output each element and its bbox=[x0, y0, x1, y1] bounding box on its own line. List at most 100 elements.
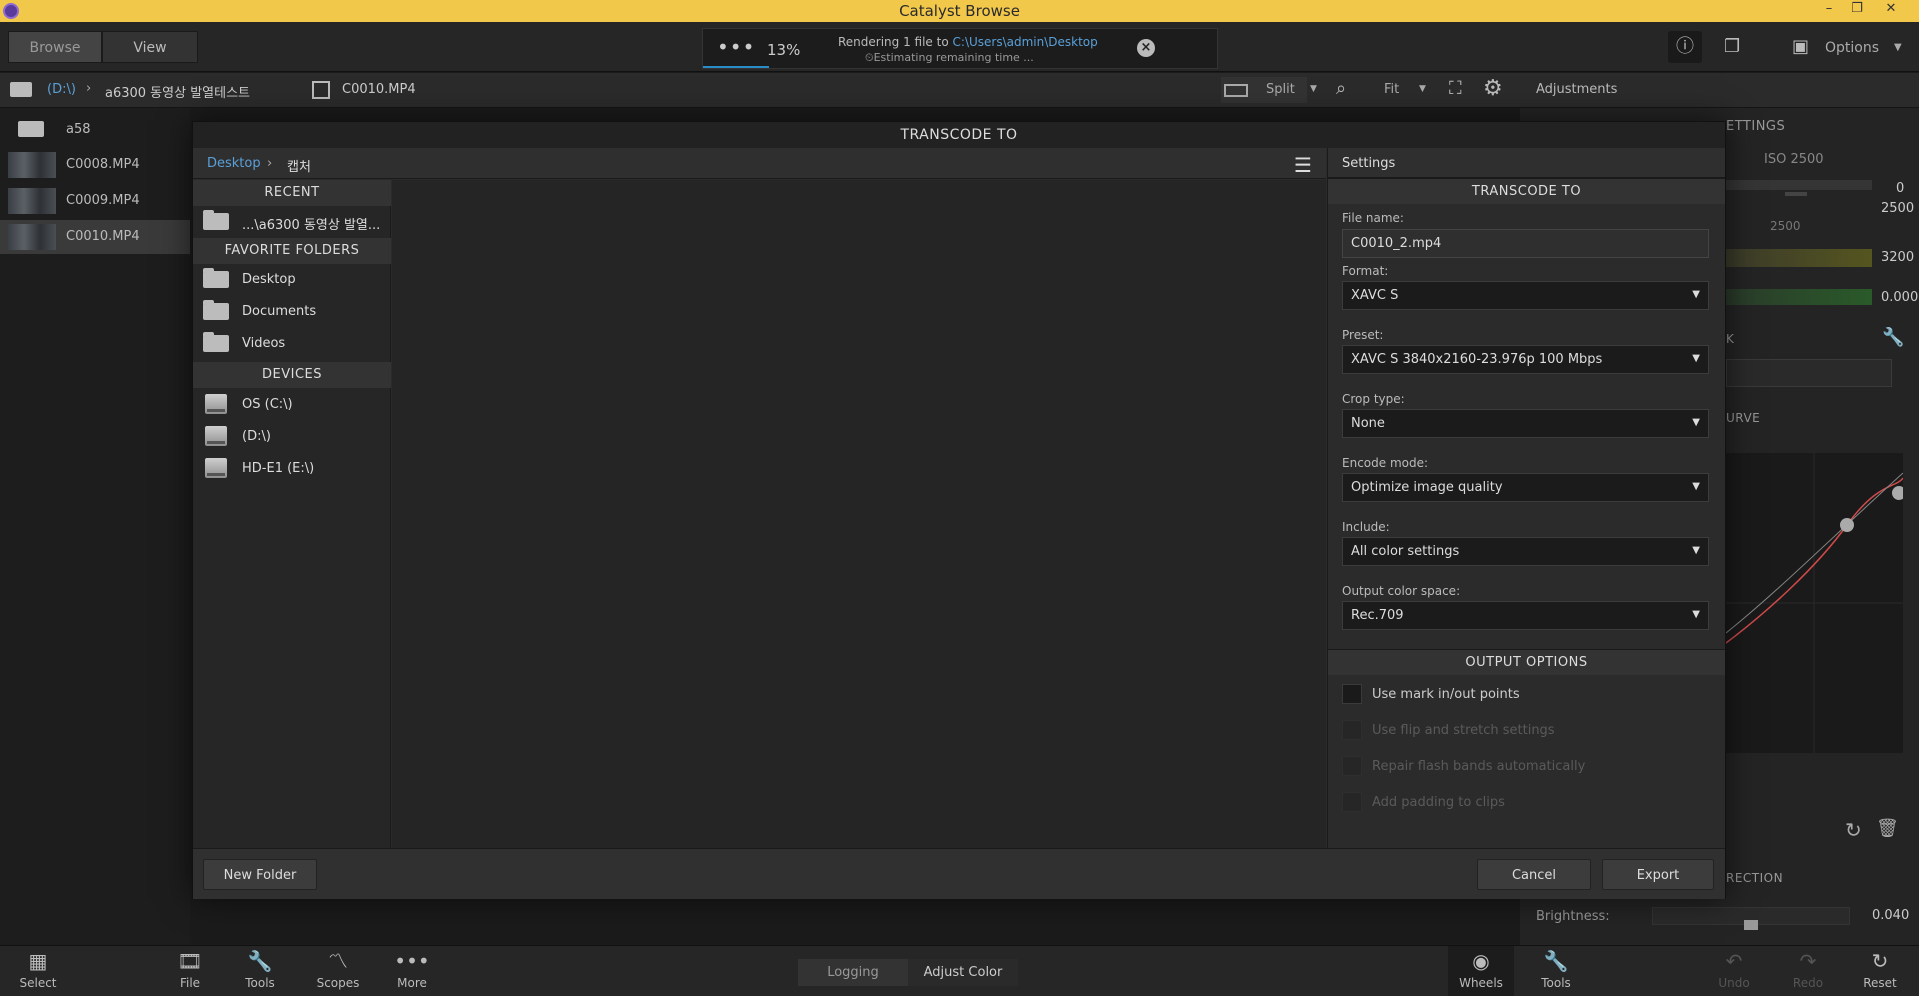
minimize-icon[interactable]: – bbox=[1818, 1, 1840, 21]
tools-right-label: Tools bbox=[1541, 976, 1571, 990]
adjust-color-tab[interactable]: Adjust Color bbox=[908, 959, 1018, 986]
crop-type-select[interactable]: None ▼ bbox=[1342, 409, 1709, 438]
list-item[interactable]: C0009.MP4 bbox=[0, 184, 190, 218]
fullscreen-icon[interactable]: ⛶ bbox=[1449, 78, 1462, 99]
favorite-documents[interactable]: Documents bbox=[193, 296, 391, 326]
cancel-render-icon[interactable]: × bbox=[1137, 39, 1155, 57]
file-name-field[interactable]: C0010_2.mp4 bbox=[1342, 229, 1709, 258]
clip-list: a58 C0008.MP4 C0009.MP4 C0010.MP4 bbox=[0, 108, 190, 945]
repair-flash-checkbox[interactable] bbox=[1342, 756, 1362, 776]
new-folder-button[interactable]: New Folder bbox=[203, 859, 317, 890]
options-caret-icon[interactable]: ▼ bbox=[1894, 42, 1902, 53]
options-button[interactable]: Options bbox=[1825, 40, 1879, 56]
select-label: Select bbox=[19, 976, 57, 990]
redo-button[interactable]: ↷ Redo bbox=[1786, 946, 1830, 996]
brightness-slider-handle[interactable] bbox=[1744, 920, 1758, 930]
split-caret-icon: ▼ bbox=[1310, 84, 1317, 94]
folder-sidebar: RECENT ...\a6300 동영상 발열... FAVORITE FOLD… bbox=[193, 180, 391, 848]
device-d[interactable]: (D:\) bbox=[193, 421, 391, 451]
path-folder[interactable]: a6300 동영상 발열테스트 bbox=[105, 82, 250, 101]
device-e[interactable]: HD-E1 (E:\) bbox=[193, 453, 391, 483]
repair-flash-label: Repair flash bands automatically bbox=[1372, 759, 1586, 774]
split-label: Split bbox=[1266, 82, 1295, 97]
viewer-bar: C0010.MP4 Split ▼ ⌕ Fit ▼ ⛶ ⚙ bbox=[300, 73, 1520, 108]
include-select[interactable]: All color settings ▼ bbox=[1342, 537, 1709, 566]
render-eta: ⏲Estimating remaining time ... bbox=[865, 51, 1034, 65]
window-layout-icon[interactable]: ❐ bbox=[1724, 36, 1740, 57]
export-button[interactable]: Export bbox=[1602, 859, 1714, 890]
render-message-prefix: Rendering 1 file to bbox=[838, 35, 949, 49]
format-value: XAVC S bbox=[1351, 288, 1399, 303]
flip-stretch-checkbox[interactable] bbox=[1342, 720, 1362, 740]
slider-track[interactable] bbox=[1726, 249, 1872, 267]
cancel-button[interactable]: Cancel bbox=[1477, 859, 1591, 890]
viewer-clip-name: C0010.MP4 bbox=[342, 82, 416, 97]
wheel-icon: ◉ bbox=[1472, 949, 1490, 973]
more-icon[interactable]: ••• bbox=[717, 35, 755, 59]
value-2: 3200 bbox=[1881, 250, 1915, 265]
dialog-footer: New Folder Cancel Export bbox=[193, 848, 1725, 899]
briefcase-icon[interactable]: ▣ bbox=[1792, 36, 1809, 57]
refresh-icon[interactable]: ↻ bbox=[1845, 818, 1862, 842]
list-item-label: C0008.MP4 bbox=[66, 157, 140, 172]
chevron-down-icon: ▼ bbox=[1692, 353, 1700, 364]
trash-icon[interactable]: 🗑 bbox=[1876, 818, 1899, 839]
sub-value: 2500 bbox=[1770, 219, 1801, 233]
slider-handle[interactable] bbox=[1785, 192, 1807, 196]
file-browser-area[interactable] bbox=[392, 180, 1326, 848]
recent-item[interactable]: ...\a6300 동영상 발열... bbox=[193, 206, 391, 236]
scopes-button[interactable]: 〽 Scopes bbox=[313, 946, 363, 996]
redo-label: Redo bbox=[1792, 976, 1824, 990]
breadcrumb-current[interactable]: 캡처 bbox=[287, 156, 311, 175]
mark-in-out-checkbox[interactable] bbox=[1342, 684, 1362, 704]
color-space-select[interactable]: Rec.709 ▼ bbox=[1342, 601, 1709, 630]
adjustments-title: Adjustments bbox=[1536, 82, 1618, 97]
value-1: 2500 bbox=[1881, 201, 1915, 216]
more-button[interactable]: ••• More bbox=[390, 946, 434, 996]
film-icon: 🎞 bbox=[177, 949, 203, 973]
restore-icon[interactable]: ❐ bbox=[1846, 1, 1868, 21]
preset-select[interactable]: XAVC S 3840x2160-23.976p 100 Mbps ▼ bbox=[1342, 345, 1709, 374]
slider-track[interactable] bbox=[1726, 289, 1872, 305]
tools-button[interactable]: 🔧 Tools bbox=[238, 946, 282, 996]
list-item[interactable]: a58 bbox=[0, 113, 190, 147]
select-button[interactable]: ▦ Select bbox=[16, 946, 60, 996]
reset-button[interactable]: ↻ Reset bbox=[1858, 946, 1902, 996]
undo-button[interactable]: ↶ Undo bbox=[1712, 946, 1756, 996]
browse-button[interactable]: Browse bbox=[8, 31, 102, 63]
breadcrumb-desktop[interactable]: Desktop bbox=[207, 156, 261, 171]
curve-graph[interactable] bbox=[1726, 453, 1903, 753]
device-c[interactable]: OS (C:\) bbox=[193, 389, 391, 419]
adjustments-bar: Adjustments bbox=[1520, 73, 1919, 108]
logging-tab[interactable]: Logging bbox=[798, 959, 908, 986]
render-message-path[interactable]: C:\Users\admin\Desktop bbox=[953, 35, 1098, 49]
list-item-label: a58 bbox=[66, 122, 91, 137]
favorite-videos[interactable]: Videos bbox=[193, 328, 391, 358]
zoom-icon[interactable]: ⌕ bbox=[1336, 78, 1346, 99]
format-select[interactable]: XAVC S ▼ bbox=[1342, 281, 1709, 310]
list-item-label: C0010.MP4 bbox=[66, 229, 140, 244]
main-toolbar: Browse View ••• 13% Rendering 1 file to … bbox=[0, 22, 1919, 72]
favorite-label: Videos bbox=[242, 336, 286, 351]
crop-type-label: Crop type: bbox=[1342, 392, 1405, 406]
wrench-icon[interactable]: 🔧 bbox=[1882, 327, 1904, 348]
gear-icon[interactable]: ⚙ bbox=[1483, 76, 1503, 101]
profile-select[interactable] bbox=[1726, 359, 1892, 387]
file-button[interactable]: 🎞 File bbox=[168, 946, 212, 996]
favorite-desktop[interactable]: Desktop bbox=[193, 264, 391, 294]
list-item[interactable]: C0008.MP4 bbox=[0, 148, 190, 182]
path-drive[interactable]: (D:\) bbox=[47, 82, 76, 97]
slider-track[interactable] bbox=[1726, 180, 1872, 190]
tools-right-button[interactable]: 🔧 Tools bbox=[1534, 946, 1578, 996]
more-label: More bbox=[397, 976, 427, 990]
info-icon[interactable]: ⓘ bbox=[1668, 31, 1702, 63]
encode-mode-select[interactable]: Optimize image quality ▼ bbox=[1342, 473, 1709, 502]
view-button[interactable]: View bbox=[102, 31, 198, 63]
list-view-icon[interactable]: ☰ bbox=[1294, 153, 1312, 177]
panel-toggle-icon[interactable] bbox=[312, 81, 330, 99]
fit-dropdown[interactable]: Fit bbox=[1384, 82, 1399, 97]
list-item-selected[interactable]: C0010.MP4 bbox=[0, 220, 190, 254]
padding-checkbox[interactable] bbox=[1342, 792, 1362, 812]
wheels-button[interactable]: ◉ Wheels bbox=[1448, 946, 1514, 996]
close-icon[interactable]: ✕ bbox=[1880, 1, 1902, 21]
